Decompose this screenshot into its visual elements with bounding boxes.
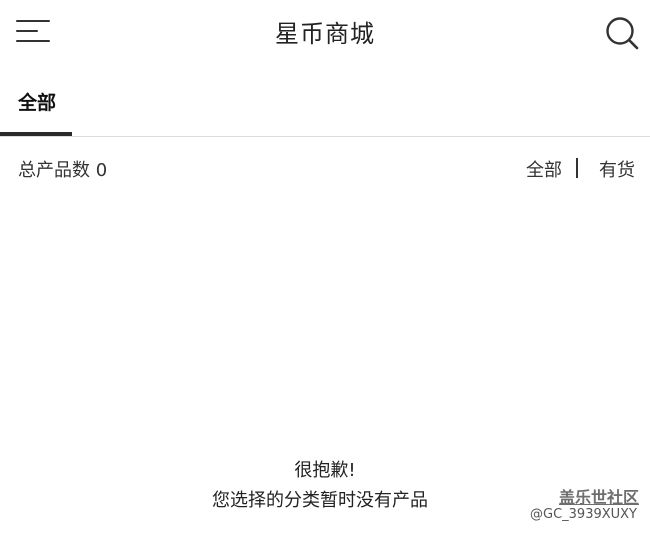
category-tabs: 全部 bbox=[0, 76, 650, 137]
page-title: 星币商城 bbox=[275, 20, 375, 48]
product-count: 总产品数 0 bbox=[18, 160, 108, 181]
search-icon bbox=[606, 17, 639, 50]
tab-label: 全部 bbox=[18, 92, 57, 114]
watermark-community-name: 盖乐世社区 bbox=[559, 488, 640, 507]
filter-separator bbox=[576, 158, 578, 178]
empty-state-title: 很抱歉! bbox=[294, 460, 356, 481]
filter-in-stock-button[interactable]: 有货 bbox=[599, 156, 635, 182]
filter-all-button[interactable]: 全部 bbox=[526, 156, 562, 182]
tab-all[interactable]: 全部 bbox=[0, 76, 72, 136]
active-tab-indicator bbox=[0, 132, 72, 136]
empty-state-message: 您选择的分类暂时没有产品 bbox=[212, 490, 428, 511]
app-header: 星币商城 bbox=[0, 0, 650, 64]
watermark-username: @GC_3939XUXY bbox=[530, 507, 638, 522]
product-summary-bar: 总产品数 0 全部 有货 bbox=[0, 154, 650, 184]
search-button[interactable] bbox=[603, 14, 641, 52]
